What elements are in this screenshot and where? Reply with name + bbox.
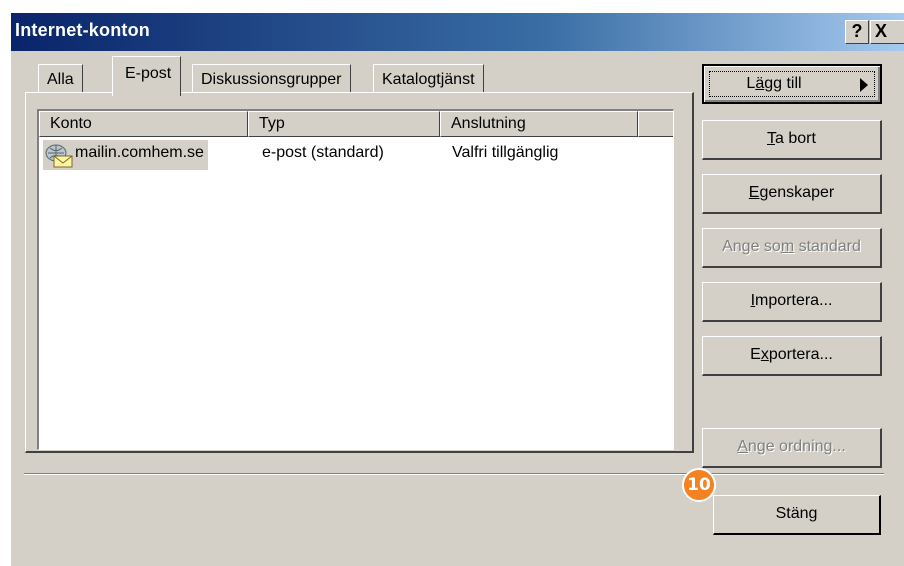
close-button-label: Stäng	[775, 505, 818, 522]
account-name: mailin.comhem.se	[75, 144, 204, 161]
submenu-arrow-icon	[860, 78, 868, 92]
table-row[interactable]: mailin.comhem.se e-post (standard) Valfr…	[39, 140, 673, 170]
set-as-default-button-label: Ange som standard	[722, 238, 861, 255]
column-header-filler	[638, 111, 673, 137]
set-order-button[interactable]: Ange ordning...	[702, 428, 882, 468]
remove-button-label: Ta bort	[767, 130, 816, 147]
mail-account-icon	[45, 144, 73, 168]
tab-newsgroups-label: Diskussionsgrupper	[201, 71, 342, 88]
tab-all[interactable]: Alla	[38, 64, 83, 94]
account-connection: Valfri tillgänglig	[452, 144, 559, 161]
properties-button[interactable]: Egenskaper	[702, 174, 882, 214]
tab-email[interactable]: E-post	[112, 56, 182, 96]
set-as-default-button[interactable]: Ange som standard	[702, 228, 882, 268]
account-type: e-post (standard)	[262, 144, 384, 161]
window-title: Internet-konton	[15, 20, 150, 40]
tab-directory-service[interactable]: Katalogtjänst	[373, 64, 484, 94]
help-button[interactable]: ?	[845, 20, 869, 44]
remove-button[interactable]: Ta bort	[702, 120, 882, 160]
column-header-connection[interactable]: Anslutning	[440, 111, 638, 137]
list-header: Konto Typ Anslutning	[39, 111, 673, 137]
title-bar[interactable]: Internet-konton ? X	[11, 13, 904, 51]
tab-newsgroups[interactable]: Diskussionsgrupper	[192, 64, 351, 94]
column-header-account[interactable]: Konto	[39, 111, 248, 137]
import-button-label: Importera...	[750, 292, 833, 309]
add-button-label: Lägg till	[746, 75, 802, 92]
account-cell[interactable]: mailin.comhem.se	[43, 140, 208, 170]
properties-button-label: Egenskaper	[748, 184, 835, 201]
account-list[interactable]: Konto Typ Anslutning mailin.comhem.se e-…	[37, 109, 674, 450]
column-header-type[interactable]: Typ	[248, 111, 440, 137]
import-button[interactable]: Importera...	[702, 282, 882, 322]
close-window-button[interactable]: X	[870, 20, 904, 44]
close-button[interactable]: Stäng	[713, 495, 881, 535]
tab-email-label: E-post	[125, 65, 172, 82]
export-button-label: Exportera...	[750, 346, 833, 363]
export-button[interactable]: Exportera...	[702, 336, 882, 376]
step-number-badge: 10	[682, 468, 716, 502]
set-order-button-label: Ange ordning...	[737, 438, 846, 455]
add-button[interactable]: Lägg till	[702, 64, 882, 104]
tab-directory-service-label: Katalogtjänst	[382, 71, 475, 88]
separator-line	[24, 473, 884, 475]
tab-all-label: Alla	[47, 71, 74, 88]
